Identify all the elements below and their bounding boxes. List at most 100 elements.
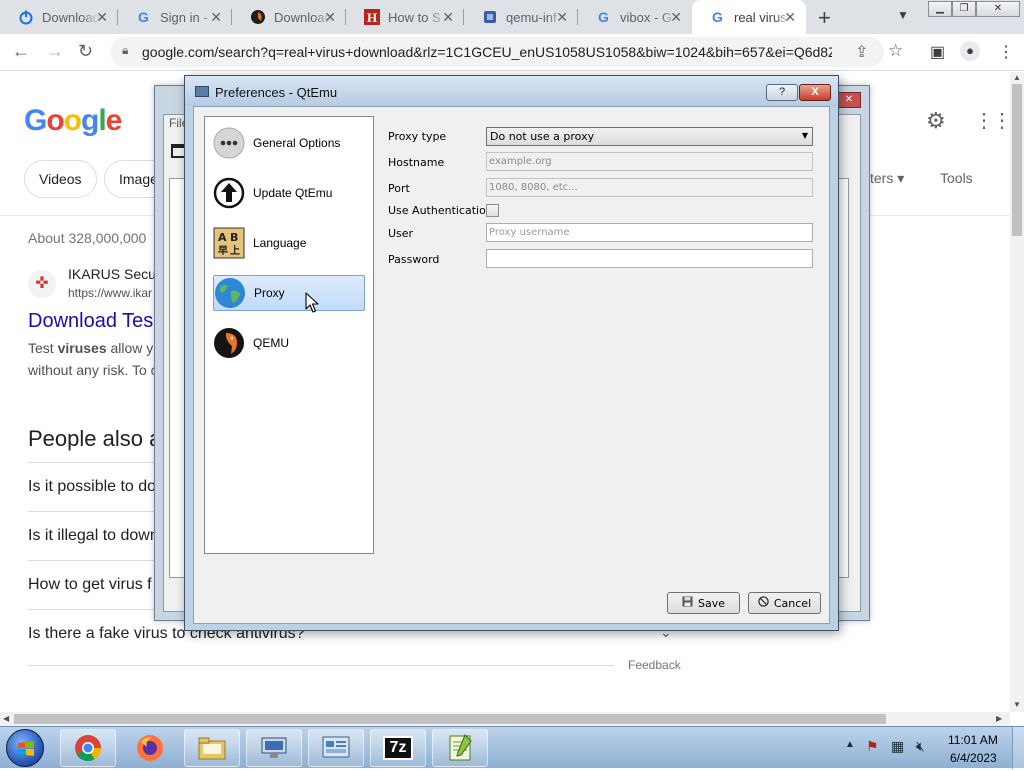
- tab-close-icon[interactable]: ✕: [96, 9, 108, 26]
- url-text[interactable]: google.com/search?q=real+virus+download&…: [142, 44, 832, 60]
- horizontal-scrollbar[interactable]: ◀ ▶: [0, 712, 1010, 726]
- category-proxy[interactable]: Proxy: [213, 275, 365, 311]
- related-question[interactable]: How to get virus f: [28, 576, 152, 594]
- browser-tab[interactable]: Download ✕: [232, 0, 346, 34]
- browser-tab[interactable]: G Sign in - ✕: [118, 0, 232, 34]
- logo-letter: g: [81, 104, 99, 137]
- minimize-button[interactable]: ▁: [928, 1, 952, 17]
- taskbar-vm-manager[interactable]: [246, 729, 302, 767]
- browser-tab[interactable]: Download ✕: [0, 0, 118, 34]
- help-button[interactable]: ?: [766, 84, 798, 101]
- feedback-link[interactable]: Feedback: [628, 658, 681, 672]
- password-input[interactable]: [486, 249, 813, 268]
- logo-letter: G: [24, 104, 47, 137]
- hostname-input[interactable]: example.org: [486, 152, 813, 171]
- svg-text:上: 上: [230, 244, 240, 257]
- taskbar-7zip[interactable]: 7z: [370, 729, 426, 767]
- profile-avatar-icon[interactable]: ●: [960, 41, 980, 61]
- power-icon: [19, 10, 33, 25]
- apps-grid-icon[interactable]: ⋮⋮⋮: [974, 108, 1010, 133]
- show-hidden-icons-chevron-icon[interactable]: ▲: [845, 739, 855, 750]
- port-input[interactable]: 1080, 8080, etc...: [486, 178, 813, 197]
- vertical-scrollbar[interactable]: ▲ ▼: [1010, 72, 1024, 712]
- tab-close-icon[interactable]: ✕: [784, 9, 796, 26]
- taskbar-chrome[interactable]: [60, 729, 116, 767]
- scroll-up-arrow-icon[interactable]: ▲: [1013, 73, 1021, 82]
- tab-close-icon[interactable]: ✕: [442, 9, 454, 26]
- logo-letter: o: [63, 104, 82, 137]
- restore-button[interactable]: ❐: [952, 1, 976, 17]
- horizontal-scroll-thumb[interactable]: [14, 714, 886, 724]
- taskbar-firefox[interactable]: [122, 729, 178, 767]
- clock-time[interactable]: 11:01 AM: [948, 733, 998, 747]
- show-desktop-button[interactable]: [1012, 727, 1024, 769]
- clock-date[interactable]: 6/4/2023: [950, 751, 997, 765]
- action-center-flag-icon[interactable]: ⚑: [866, 738, 879, 755]
- proxy-type-value: Do not use a proxy: [490, 130, 595, 143]
- tab-close-icon[interactable]: ✕: [670, 9, 682, 26]
- reload-icon[interactable]: ↻: [78, 41, 93, 62]
- browser-tab[interactable]: H How to S ✕: [346, 0, 464, 34]
- proxy-type-select[interactable]: Do not use a proxy ▼: [486, 127, 813, 146]
- category-general-options[interactable]: General Options: [213, 125, 365, 161]
- use-authentication-checkbox[interactable]: [486, 204, 499, 217]
- save-button[interactable]: Save: [667, 592, 740, 614]
- back-arrow-icon[interactable]: ←: [12, 41, 30, 62]
- scroll-right-arrow-icon[interactable]: ▶: [996, 714, 1002, 723]
- lock-icon[interactable]: 🔒︎: [122, 43, 128, 58]
- taskbar-qtemu[interactable]: [308, 729, 364, 767]
- dialog-close-button[interactable]: X: [799, 84, 831, 101]
- network-icon[interactable]: ▦: [891, 738, 904, 755]
- window-close-button[interactable]: ✕: [976, 1, 1020, 17]
- new-tab-button[interactable]: +: [818, 5, 831, 31]
- cancel-circle-icon: [758, 596, 769, 610]
- scroll-down-arrow-icon[interactable]: ▼: [1013, 700, 1021, 709]
- tab-search-chevron-icon[interactable]: ▼: [897, 8, 909, 22]
- side-panel-icon[interactable]: ▣: [930, 42, 945, 62]
- tab-close-icon[interactable]: ✕: [210, 9, 222, 26]
- address-bar[interactable]: 🔒︎ google.com/search?q=real+virus+downlo…: [110, 37, 903, 67]
- globe-icon: [214, 277, 246, 309]
- bookmark-star-icon[interactable]: ☆: [888, 41, 903, 61]
- chip-videos[interactable]: Videos: [24, 160, 97, 198]
- category-label: Language: [253, 236, 307, 250]
- tools-button[interactable]: Tools: [940, 170, 973, 186]
- user-input[interactable]: Proxy username: [486, 223, 813, 242]
- snippet-text: allow yo: [106, 340, 162, 356]
- category-qemu[interactable]: QEMU: [213, 325, 365, 361]
- tab-close-icon[interactable]: ✕: [556, 9, 568, 26]
- filters-menu[interactable]: ters ▾: [870, 170, 904, 187]
- tab-close-icon[interactable]: ✕: [324, 9, 336, 26]
- result-site-name[interactable]: IKARUS Secur: [68, 266, 161, 282]
- related-question[interactable]: Is it illegal to down: [28, 527, 159, 545]
- result-snippet: Test viruses allow yo: [28, 340, 161, 356]
- category-update-qtemu[interactable]: Update QtEmu: [213, 175, 365, 211]
- cancel-button[interactable]: Cancel: [748, 592, 821, 614]
- related-question[interactable]: Is it possible to do: [28, 478, 156, 496]
- volume-muted-icon[interactable]: 🔇︎: [916, 738, 925, 755]
- ikarus-site-icon: ✜: [28, 270, 56, 298]
- browser-tab-active[interactable]: G real virus ✕: [692, 0, 806, 34]
- forward-arrow-icon[interactable]: →: [46, 41, 64, 62]
- qemu-icon: [213, 327, 245, 359]
- share-icon[interactable]: ⇪: [855, 42, 868, 62]
- result-site-url[interactable]: https://www.ikar: [68, 286, 152, 300]
- start-button[interactable]: [6, 729, 44, 767]
- scroll-left-arrow-icon[interactable]: ◀: [3, 714, 9, 723]
- google-logo[interactable]: Google: [24, 104, 122, 138]
- qtemu-main-close-button[interactable]: ✕: [837, 92, 861, 108]
- browser-tab[interactable]: G vibox - G ✕: [578, 0, 692, 34]
- firefox-icon: [137, 735, 163, 761]
- result-title-link[interactable]: Download Tes: [28, 310, 153, 333]
- category-language[interactable]: AB早上 Language: [213, 225, 365, 261]
- menu-kebab-icon[interactable]: ⋮: [998, 42, 1014, 62]
- vertical-scroll-thumb[interactable]: [1012, 84, 1022, 236]
- category-label: QEMU: [253, 336, 289, 350]
- taskbar-notepadpp[interactable]: [432, 729, 488, 767]
- browser-tab[interactable]: qemu-inf ✕: [464, 0, 578, 34]
- 7zip-label: 7z: [389, 739, 407, 756]
- taskbar-file-explorer[interactable]: [184, 729, 240, 767]
- preferences-dialog: Preferences - QtEmu ? X General Options …: [184, 75, 839, 631]
- settings-gear-icon[interactable]: ⚙: [926, 108, 946, 134]
- dialog-titlebar[interactable]: Preferences - QtEmu ? X: [185, 76, 838, 106]
